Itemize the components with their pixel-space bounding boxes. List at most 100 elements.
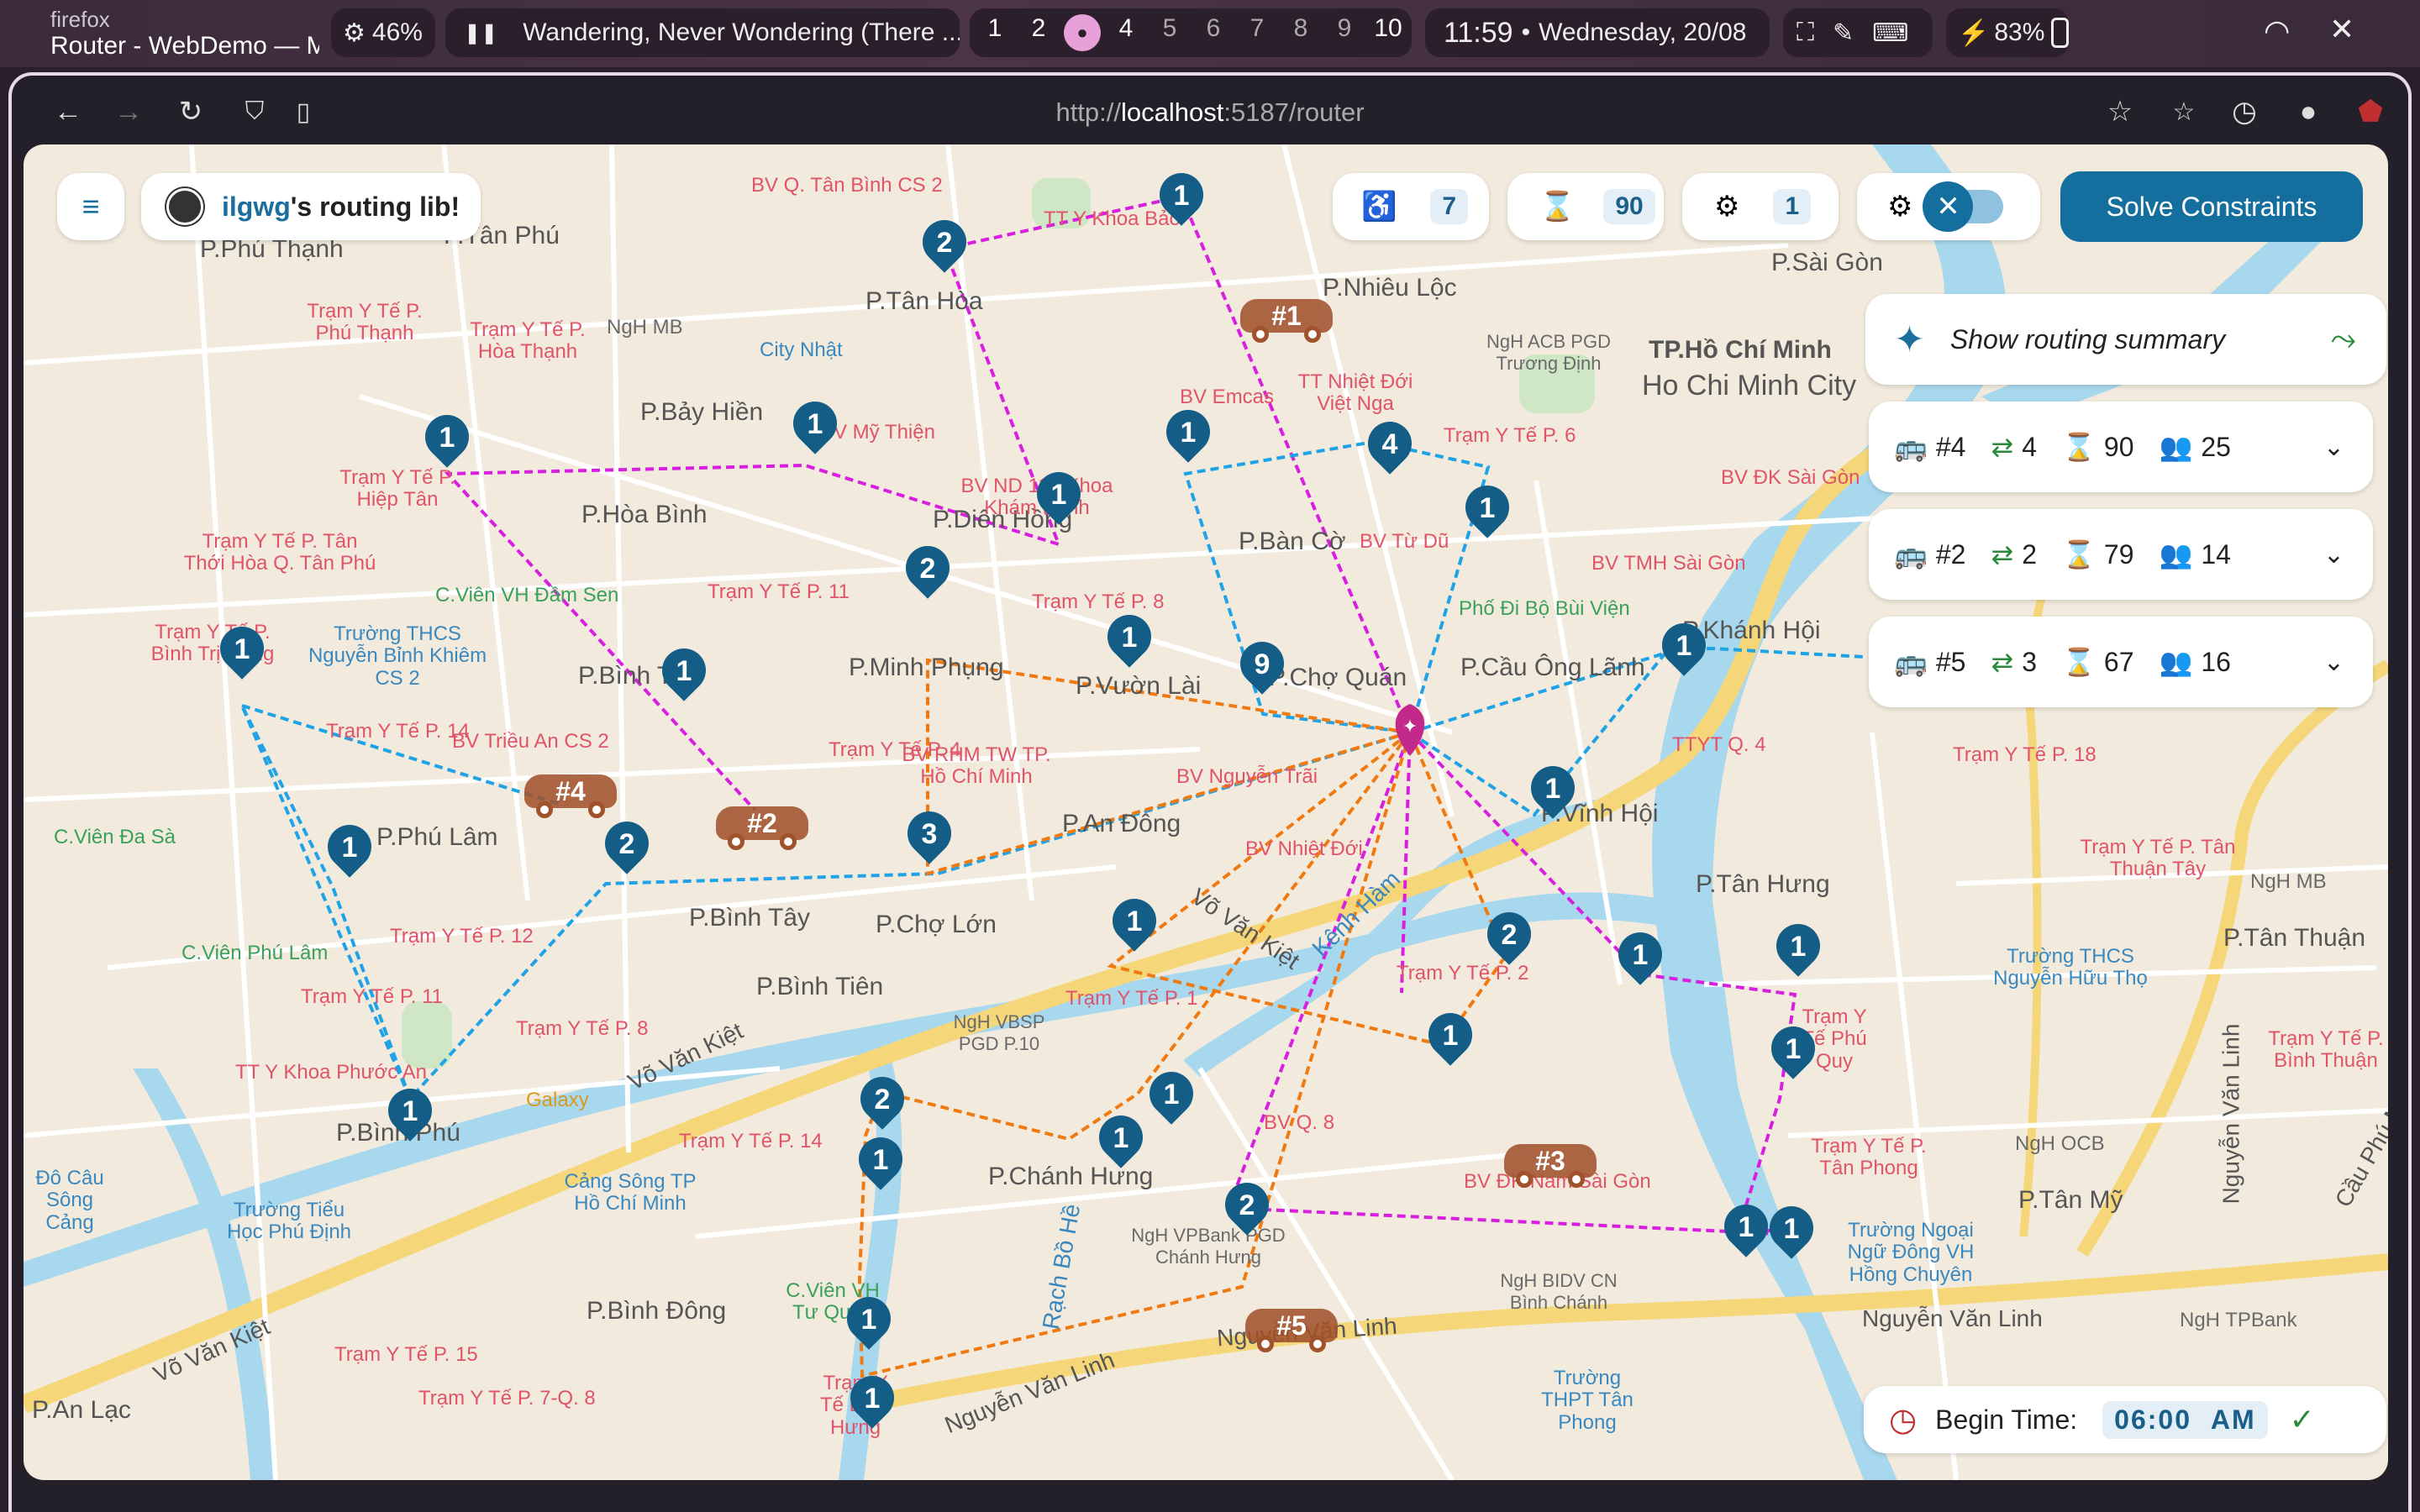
- stop-pin[interactable]: 1: [653, 639, 715, 714]
- stop-pin[interactable]: 1: [1028, 463, 1090, 538]
- workspace-1[interactable]: 1: [973, 14, 1017, 51]
- workspace-7[interactable]: 7: [1235, 14, 1279, 51]
- chevron-down-icon[interactable]: ⌄: [2323, 648, 2344, 677]
- stop-pin[interactable]: 1: [841, 1367, 903, 1441]
- url-bar[interactable]: http://localhost:5187/router: [12, 97, 2408, 128]
- stop-pin[interactable]: 1: [1715, 1195, 1777, 1270]
- district-label: P.Cầu Ông Lãnh: [1460, 654, 1645, 681]
- begin-time-card: ◷ Begin Time: 06:00 AM ✓: [1864, 1386, 2386, 1453]
- stop-pin[interactable]: 3: [898, 802, 960, 877]
- chevron-down-icon[interactable]: ⌄: [2323, 433, 2344, 462]
- poi-label: NgH ACB PGD Trương Định: [1486, 331, 1611, 374]
- vehicle-marker[interactable]: #2: [716, 800, 808, 850]
- avatar: [166, 188, 203, 225]
- workspace-9[interactable]: 9: [1323, 14, 1366, 51]
- stop-pin[interactable]: 1: [838, 1288, 900, 1362]
- stop-pin[interactable]: 2: [596, 812, 658, 887]
- history-icon[interactable]: ◷: [2227, 94, 2262, 129]
- poi-label: Trạm Y Tế P. 14: [326, 720, 470, 743]
- stop-pin[interactable]: 2: [913, 211, 976, 286]
- pocket-icon[interactable]: ☆: [2166, 94, 2202, 129]
- route-duration: 67: [2103, 646, 2134, 677]
- poi-label: BV RHM TW TP. Hồ Chí Minh: [902, 743, 1051, 789]
- color-picker-icon[interactable]: ✎: [1833, 18, 1854, 48]
- fullscreen-icon[interactable]: ⛶: [1797, 18, 1814, 47]
- stop-pin[interactable]: 1: [318, 816, 381, 890]
- transfer-icon: ⇄: [1991, 432, 2014, 462]
- stop-pin[interactable]: 1: [211, 617, 273, 692]
- routing-summary-button[interactable]: ✦ Show routing summary ⤳: [1865, 294, 2386, 385]
- district-label: P.Nhiêu Lộc: [1323, 274, 1457, 302]
- cpu-widget[interactable]: ⚙ 46%: [331, 8, 435, 57]
- poi-label: TTYT Q. 4: [1672, 733, 1766, 756]
- begin-time-label: Begin Time:: [1935, 1404, 2078, 1435]
- workspace-8[interactable]: 8: [1279, 14, 1323, 51]
- vehicle-marker[interactable]: #4: [524, 768, 617, 818]
- route-row[interactable]: 🚌 #2 ⇄ 2 ⌛ 79 👥 14 ⌄: [1869, 509, 2373, 600]
- district-label: P.Tân Hưng: [1696, 870, 1830, 898]
- stop-pin[interactable]: 1: [1140, 1063, 1202, 1137]
- stop-pin[interactable]: 9: [1231, 633, 1293, 707]
- stop-pin[interactable]: 1: [1419, 1004, 1481, 1079]
- workspace-6[interactable]: 6: [1192, 14, 1235, 51]
- vehicle-toggle[interactable]: ✕: [1923, 181, 2004, 232]
- stop-pin[interactable]: 1: [1760, 1197, 1823, 1272]
- stop-pin[interactable]: 1: [1762, 1017, 1824, 1092]
- confirm-check-icon[interactable]: ✓: [2290, 1402, 2315, 1437]
- stat-passengers[interactable]: ♿ 7: [1333, 173, 1489, 240]
- stop-pin[interactable]: 4: [1359, 412, 1421, 487]
- pause-icon[interactable]: ❚❚: [464, 21, 497, 45]
- stop-pin[interactable]: 1: [1098, 606, 1160, 680]
- bus-icon: 🚌 #2: [1894, 538, 1966, 570]
- chevron-down-icon[interactable]: ⌄: [2323, 540, 2344, 570]
- workspace-2[interactable]: 2: [1017, 14, 1060, 51]
- stop-pin[interactable]: 1: [379, 1079, 441, 1154]
- stop-pin[interactable]: 1: [1456, 476, 1518, 551]
- workspace-switcher: 1 2 ● 4 5 6 7 8 9 10: [970, 8, 1412, 57]
- vehicle-marker[interactable]: #3: [1504, 1137, 1597, 1188]
- stop-pin[interactable]: 1: [1090, 1106, 1152, 1181]
- stat-time-limit[interactable]: ⌛ 90: [1507, 173, 1664, 240]
- vehicle-marker[interactable]: #5: [1245, 1302, 1338, 1352]
- extension-icon[interactable]: ●: [2291, 94, 2326, 129]
- stop-pin[interactable]: 2: [1478, 903, 1540, 978]
- keyboard-icon[interactable]: ⌨: [1872, 18, 1908, 48]
- begin-time-input[interactable]: 06:00 AM: [2102, 1400, 2268, 1439]
- wifi-icon[interactable]: ◠: [2264, 13, 2290, 49]
- media-widget[interactable]: ❚❚ Wandering, Never Wondering (There ...: [445, 8, 960, 57]
- bookmark-star-icon[interactable]: ☆: [2102, 94, 2138, 129]
- vehicle-marker[interactable]: #1: [1240, 292, 1333, 343]
- poi-label: Cảng Sông TP Hồ Chí Minh: [564, 1170, 697, 1215]
- stop-pin[interactable]: 1: [1522, 757, 1584, 832]
- workspace-4[interactable]: 4: [1104, 14, 1148, 51]
- stop-pin[interactable]: 1: [784, 392, 846, 467]
- stop-pin[interactable]: 1: [1103, 890, 1165, 964]
- bluetooth-off-icon[interactable]: ✕: [2329, 12, 2354, 47]
- ublock-icon[interactable]: ⬟: [2353, 94, 2388, 129]
- stat-vehicles[interactable]: ⚙ 1: [1682, 173, 1839, 240]
- workspace-3-active[interactable]: ●: [1064, 14, 1101, 51]
- stop-pin[interactable]: 1: [1157, 401, 1219, 475]
- stop-pin[interactable]: 1: [416, 406, 478, 480]
- map-view[interactable]: ✦ P.Phú Thạnh P.Tân Phú P.Tân Hòa P.Nhiê…: [24, 144, 2388, 1480]
- stop-pin[interactable]: 1: [1150, 164, 1213, 239]
- stop-pin[interactable]: 2: [851, 1068, 913, 1142]
- poi-label: Trường Tiểu Học Phú Định: [226, 1199, 352, 1244]
- battery-widget[interactable]: ⚡ 83%: [1946, 8, 2069, 57]
- poi-label: C.Viên Đa Sà: [54, 826, 176, 848]
- stop-pin[interactable]: 1: [850, 1128, 912, 1203]
- stop-pin[interactable]: 2: [897, 537, 959, 612]
- solve-constraints-button[interactable]: Solve Constraints: [2060, 171, 2363, 242]
- clock-widget[interactable]: 11:59 • Wednesday, 20/08: [1425, 8, 1770, 57]
- workspace-10[interactable]: 10: [1366, 14, 1410, 51]
- stop-pin[interactable]: 1: [1609, 923, 1671, 998]
- stop-pin[interactable]: 1: [1767, 915, 1829, 990]
- stop-pin[interactable]: 2: [1216, 1173, 1278, 1248]
- route-row[interactable]: 🚌 #4 ⇄ 4 ⌛ 90 👥 25 ⌄: [1869, 402, 2373, 492]
- route-row[interactable]: 🚌 #5 ⇄ 3 ⌛ 67 👥 16 ⌄: [1869, 617, 2373, 707]
- workspace-5[interactable]: 5: [1148, 14, 1192, 51]
- stop-pin[interactable]: 1: [1653, 614, 1715, 689]
- battery-icon: [2051, 18, 2069, 48]
- poi-label: TT Y Khoa Phước An: [235, 1061, 427, 1084]
- menu-button[interactable]: ≡: [57, 173, 124, 240]
